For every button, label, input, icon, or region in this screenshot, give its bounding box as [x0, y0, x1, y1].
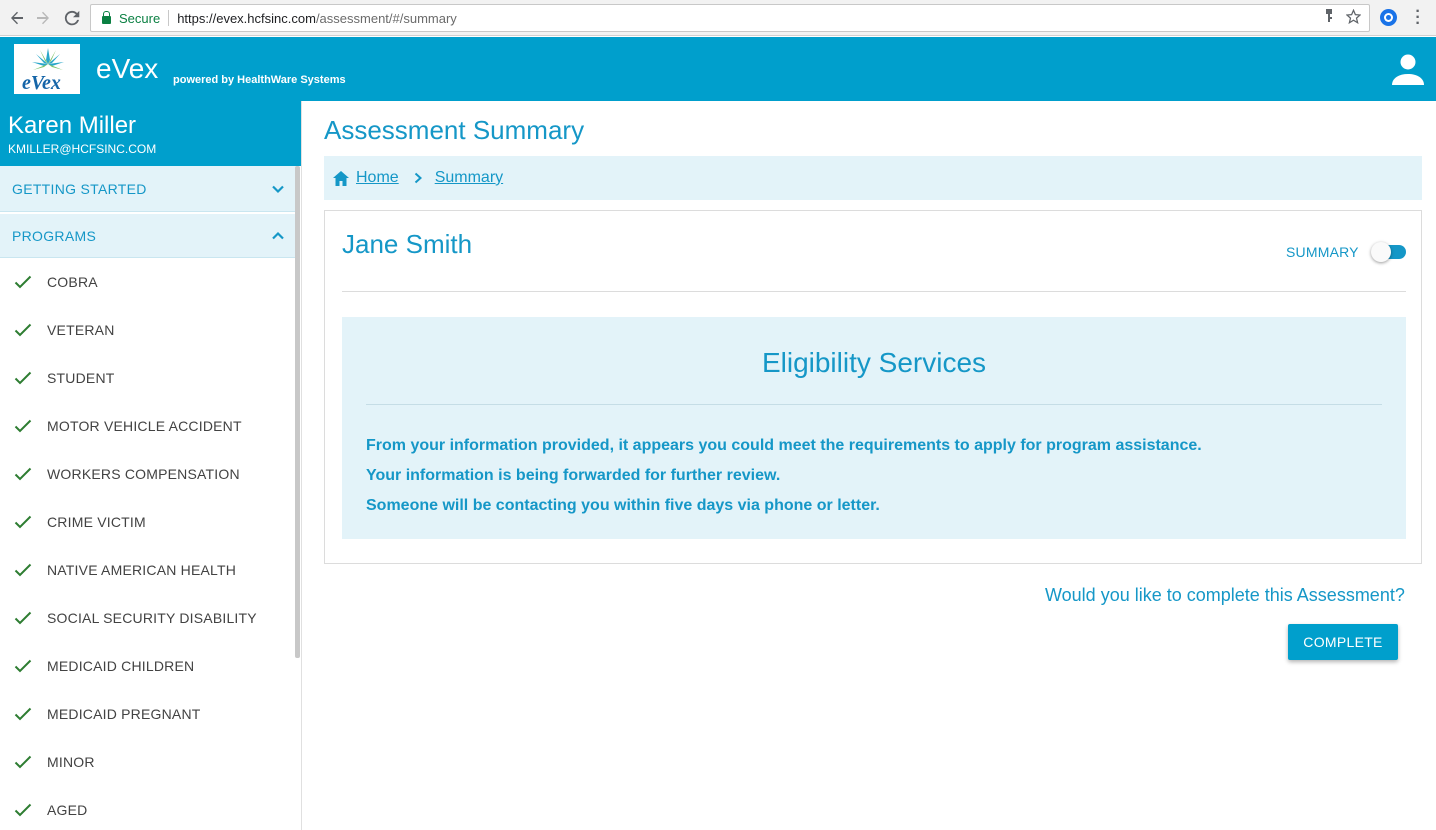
home-icon[interactable]: [332, 170, 350, 187]
program-item[interactable]: NATIVE AMERICAN HEALTH: [0, 546, 297, 594]
breadcrumb: Home Summary: [324, 156, 1422, 200]
program-item[interactable]: MINOR: [0, 738, 297, 786]
program-item[interactable]: MEDICAID PREGNANT: [0, 690, 297, 738]
complete-assessment-question: Would you like to complete this Assessme…: [1045, 585, 1405, 605]
checkmark-icon: [14, 323, 32, 337]
app-header: eVex eVex powered by HealthWare Systems: [0, 37, 1436, 101]
browser-toolbar: Secure https://evex.hcfsinc.com/assessme…: [0, 0, 1436, 36]
programs-label: PROGRAMS: [12, 227, 97, 244]
chevron-up-icon: [272, 231, 284, 239]
logo-text: eVex: [22, 72, 61, 94]
card-divider: [342, 291, 1406, 292]
sidebar: Karen Miller KMILLER@HCFSINC.COM GETTING…: [0, 101, 302, 830]
key-icon[interactable]: [1324, 9, 1334, 27]
programs-section[interactable]: PROGRAMS: [0, 214, 297, 258]
user-profile-block: Karen Miller KMILLER@HCFSINC.COM: [0, 101, 301, 166]
assessment-summary-card: Jane Smith SUMMARY Eligibility Services …: [324, 210, 1422, 564]
checkmark-icon: [14, 371, 32, 385]
patient-name: Jane Smith: [342, 229, 473, 259]
program-item-label: MOTOR VEHICLE ACCIDENT: [47, 418, 242, 434]
program-item[interactable]: WORKERS COMPENSATION: [0, 450, 297, 498]
program-item-label: VETERAN: [47, 322, 115, 338]
program-item[interactable]: STUDENT: [0, 354, 297, 402]
user-email: KMILLER@HCFSINC.COM: [8, 142, 157, 156]
summary-toggle-label: SUMMARY: [1286, 244, 1359, 260]
page-title: Assessment Summary: [324, 115, 585, 145]
chevron-down-icon: [272, 185, 284, 193]
main-content: Assessment Summary Home Summary Jane Smi…: [303, 101, 1436, 830]
back-icon[interactable]: [6, 7, 28, 29]
program-item[interactable]: VETERAN: [0, 306, 297, 354]
getting-started-label: GETTING STARTED: [12, 180, 147, 197]
program-item[interactable]: CRIME VICTIM: [0, 498, 297, 546]
extension-icon[interactable]: [1380, 9, 1397, 26]
program-item-label: MINOR: [47, 754, 95, 770]
breadcrumb-home-link[interactable]: Home: [356, 169, 399, 187]
powered-by-text: powered by HealthWare Systems: [173, 74, 346, 86]
brand-title: eVex: [96, 53, 159, 84]
checkmark-icon: [14, 659, 32, 673]
program-item-label: SOCIAL SECURITY DISABILITY: [47, 610, 257, 626]
forward-icon[interactable]: [32, 7, 54, 29]
eligibility-message-line: From your information provided, it appea…: [366, 437, 1202, 454]
program-item-label: MEDICAID PREGNANT: [47, 706, 201, 722]
checkmark-icon: [14, 467, 32, 481]
checkmark-icon: [14, 563, 32, 577]
eligibility-panel: Eligibility Services From your informati…: [342, 317, 1406, 539]
checkmark-icon: [14, 755, 32, 769]
program-item-label: MEDICAID CHILDREN: [47, 658, 195, 674]
reload-icon[interactable]: [61, 7, 83, 29]
eligibility-title: Eligibility Services: [761, 347, 987, 378]
summary-switch[interactable]: [1370, 242, 1407, 262]
program-item-label: CRIME VICTIM: [47, 514, 146, 530]
sidebar-scrollbar[interactable]: [295, 166, 300, 658]
eligibility-message-line: Someone will be contacting you within fi…: [366, 497, 880, 514]
evex-logo[interactable]: eVex: [14, 44, 80, 94]
eligibility-message-line: Your information is being forwarded for …: [366, 467, 781, 484]
summary-toggle[interactable]: SUMMARY: [1286, 242, 1407, 262]
program-item-label: AGED: [47, 802, 88, 818]
chevron-right-icon: [414, 172, 422, 184]
lock-icon: [102, 11, 111, 24]
program-item[interactable]: MEDICAID CHILDREN: [0, 642, 297, 690]
program-item[interactable]: MOTOR VEHICLE ACCIDENT: [0, 402, 297, 450]
program-item[interactable]: SOCIAL SECURITY DISABILITY: [0, 594, 297, 642]
checkmark-icon: [14, 611, 32, 625]
address-separator: [168, 10, 170, 26]
checkmark-icon: [14, 515, 32, 529]
complete-button[interactable]: COMPLETE: [1288, 624, 1398, 660]
program-item-label: NATIVE AMERICAN HEALTH: [47, 562, 237, 578]
address-bar[interactable]: Secure https://evex.hcfsinc.com/assessme…: [90, 4, 1370, 32]
url-text: https://evex.hcfsinc.com/assessment/#/su…: [177, 10, 457, 26]
program-item-label: WORKERS COMPENSATION: [47, 466, 240, 482]
checkmark-icon: [14, 419, 32, 433]
program-item[interactable]: COBRA: [0, 258, 297, 306]
program-list: COBRA VETERAN STUDENT MOTOR VEHICLE ACCIDEN…: [0, 258, 301, 830]
getting-started-section[interactable]: GETTING STARTED: [0, 166, 297, 212]
browser-menu-icon[interactable]: · · ·: [1414, 4, 1422, 32]
checkmark-icon: [14, 803, 32, 817]
bookmark-star-icon[interactable]: [1345, 8, 1362, 27]
program-item-label: STUDENT: [47, 370, 115, 386]
checkmark-icon: [14, 275, 32, 289]
breadcrumb-summary-link[interactable]: Summary: [435, 169, 503, 187]
switch-knob: [1370, 242, 1391, 262]
secure-label: Secure: [119, 10, 161, 26]
user-account-icon[interactable]: [1390, 52, 1426, 88]
program-item-label: COBRA: [47, 274, 98, 290]
user-name: Karen Miller: [8, 112, 137, 139]
checkmark-icon: [14, 707, 32, 721]
program-item[interactable]: AGED: [0, 786, 297, 830]
panel-divider: [366, 404, 1382, 405]
